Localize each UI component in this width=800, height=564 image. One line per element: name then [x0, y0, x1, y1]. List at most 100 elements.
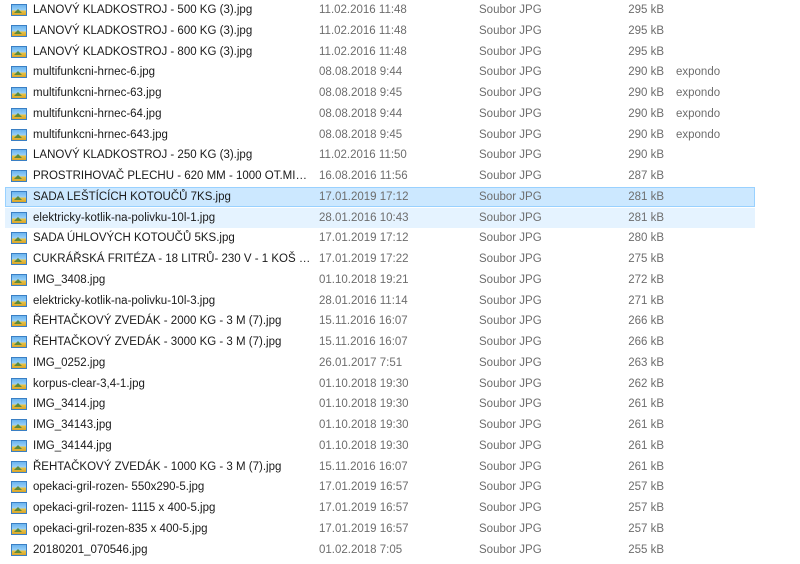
- file-row[interactable]: IMG_34143.jpg 01.10.2018 19:30 Soubor JPG 2…: [5, 415, 755, 435]
- file-tag: [676, 271, 756, 289]
- file-name-cell: ŘEHTAČKOVÝ ZVEDÁK - 3000 KG - 3 M (7).jp…: [11, 333, 311, 351]
- file-name-cell: 20180201_070546.jpg: [11, 541, 311, 559]
- file-date-modified: 15.11.2016 16:07: [319, 336, 408, 348]
- jpg-image-icon: [11, 170, 27, 182]
- file-row[interactable]: multifunkcni-hrnec-63.jpg 08.08.2018 9:45…: [5, 83, 755, 103]
- file-name-cell: elektricky-kotlik-na-polivku-10l-1.jpg: [11, 209, 311, 227]
- file-size: 261 kB: [628, 398, 664, 411]
- file-name-cell: korpus-clear-3,4-1.jpg: [11, 375, 311, 393]
- file-name-cell: ŘEHTAČKOVÝ ZVEDÁK - 2000 KG - 3 M (7).jp…: [11, 312, 311, 330]
- file-name-cell: multifunkcni-hrnec-64.jpg: [11, 105, 311, 123]
- file-name-cell: multifunkcni-hrnec-6.jpg: [11, 63, 311, 81]
- file-size: 257 kB: [628, 522, 664, 535]
- file-row[interactable]: ŘEHTAČKOVÝ ZVEDÁK - 3000 KG - 3 M (7).jp…: [5, 332, 755, 352]
- file-row[interactable]: multifunkcni-hrnec-6.jpg 08.08.2018 9:44 S…: [5, 62, 755, 82]
- jpg-image-icon: [11, 398, 27, 411]
- file-date-modified: 28.01.2016 11:14: [319, 294, 408, 307]
- file-row[interactable]: SADA ÚHLOVÝCH KOTOUČŮ 5KS.jpg 17.01.2019 …: [5, 228, 755, 248]
- file-size: 272 kB: [628, 273, 664, 286]
- file-size: 295 kB: [628, 24, 664, 37]
- file-date-modified: 16.08.2016 11:56: [319, 170, 408, 182]
- file-name: IMG_34143.jpg: [33, 419, 112, 431]
- file-tag: [676, 1, 756, 19]
- file-name: LANOVÝ KLADKOSTROJ - 800 KG (3).jpg: [33, 45, 253, 58]
- jpg-image-icon: [11, 190, 27, 203]
- file-size: 266 kB: [628, 315, 664, 328]
- file-size: 275 kB: [628, 253, 664, 265]
- file-size: 290 kB: [628, 107, 664, 120]
- file-name-cell: SADA LEŠTÍCÍCH KOTOUČŮ 7KS.jpg: [11, 188, 311, 206]
- file-row[interactable]: opekaci-gril-rozen-835 x 400-5.jpg 17.01.…: [5, 519, 755, 539]
- file-size: 290 kB: [628, 128, 664, 141]
- file-row[interactable]: LANOVÝ KLADKOSTROJ - 800 KG (3).jpg 11.02…: [5, 42, 755, 62]
- file-size: 271 kB: [628, 294, 664, 307]
- file-row[interactable]: multifunkcni-hrnec-64.jpg 08.08.2018 9:44…: [5, 104, 755, 124]
- file-size: 290 kB: [628, 87, 664, 99]
- file-row[interactable]: 20180201_070546.jpg 01.02.2018 7:05 Soubor…: [5, 540, 755, 560]
- jpg-image-icon: [11, 24, 27, 37]
- file-type: Soubor JPG: [479, 543, 542, 556]
- jpg-image-icon: [11, 439, 27, 452]
- file-row[interactable]: IMG_34144.jpg 01.10.2018 19:30 Soubor JPG 2…: [5, 436, 755, 456]
- jpg-image-icon: [11, 66, 27, 79]
- file-date-modified: 01.02.2018 7:05: [319, 543, 403, 556]
- file-tag: [676, 437, 756, 455]
- file-row[interactable]: opekaci-gril-rozen- 1115 x 400-5.jpg 17.0…: [5, 498, 755, 518]
- jpg-image-icon: [11, 294, 27, 307]
- file-tag: [676, 499, 756, 517]
- file-tag: [676, 167, 756, 185]
- file-name: PROSTRIHOVAČ PLECHU - 620 MM - 1000 OT.M…: [33, 170, 311, 182]
- file-name: multifunkcni-hrnec-64.jpg: [33, 107, 162, 120]
- file-row[interactable]: LANOVÝ KLADKOSTROJ - 500 KG (3).jpg 11.02…: [5, 0, 755, 20]
- file-row[interactable]: elektricky-kotlik-na-polivku-10l-1.jpg 28…: [5, 207, 755, 228]
- file-name-cell: opekaci-gril-rozen-835 x 400-5.jpg: [11, 520, 311, 538]
- file-date-modified: 17.01.2019 16:57: [319, 502, 409, 514]
- file-row[interactable]: korpus-clear-3,4-1.jpg 01.10.2018 19:30 So…: [5, 374, 755, 394]
- file-name: 20180201_070546.jpg: [33, 543, 148, 556]
- file-tag: [676, 354, 756, 372]
- file-name-cell: CUKRÁŘSKÁ FRITÉZA - 18 LITRŮ- 230 V - 1 …: [11, 250, 311, 268]
- file-size: 263 kB: [628, 356, 664, 369]
- file-size: 281 kB: [628, 211, 664, 224]
- file-date-modified: 01.10.2018 19:30: [319, 419, 409, 431]
- file-type: Soubor JPG: [479, 45, 542, 58]
- file-row[interactable]: IMG_3408.jpg 01.10.2018 19:21 Soubor JPG 27…: [5, 270, 755, 290]
- file-row[interactable]: multifunkcni-hrnec-643.jpg 08.08.2018 9:4…: [5, 125, 755, 145]
- file-size: 295 kB: [628, 4, 664, 16]
- file-type: Soubor JPG: [479, 149, 542, 162]
- file-type: Soubor JPG: [479, 66, 542, 79]
- file-tag: [676, 333, 756, 351]
- file-row[interactable]: elektricky-kotlik-na-polivku-10l-3.jpg 28…: [5, 291, 755, 311]
- file-row[interactable]: PROSTRIHOVAČ PLECHU - 620 MM - 1000 OT.M…: [5, 166, 755, 186]
- file-name: ŘEHTAČKOVÝ ZVEDÁK - 2000 KG - 3 M (7).jp…: [33, 315, 282, 328]
- file-row[interactable]: LANOVÝ KLADKOSTROJ - 600 KG (3).jpg 11.02…: [5, 21, 755, 41]
- jpg-image-icon: [11, 481, 27, 494]
- file-tag: [676, 250, 756, 268]
- file-row[interactable]: CUKRÁŘSKÁ FRITÉZA - 18 LITRŮ- 230 V - 1 …: [5, 249, 755, 269]
- file-date-modified: 28.01.2016 10:43: [319, 211, 409, 224]
- file-row[interactable]: IMG_3414.jpg 01.10.2018 19:30 Soubor JPG 26…: [5, 394, 755, 414]
- file-size: 280 kB: [628, 232, 664, 245]
- file-date-modified: 11.02.2016 11:48: [319, 45, 407, 58]
- jpg-image-icon: [11, 336, 27, 348]
- file-row[interactable]: opekaci-gril-rozen- 550x290-5.jpg 17.01.2…: [5, 477, 755, 497]
- file-tag: [676, 541, 756, 559]
- jpg-image-icon: [11, 315, 27, 328]
- file-type: Soubor JPG: [479, 336, 542, 348]
- file-type: Soubor JPG: [479, 4, 542, 16]
- file-row[interactable]: IMG_0252.jpg 26.01.2017 7:51 Soubor JPG 263…: [5, 353, 755, 373]
- file-row[interactable]: ŘEHTAČKOVÝ ZVEDÁK - 2000 KG - 3 M (7).jp…: [5, 311, 755, 331]
- file-date-modified: 01.10.2018 19:30: [319, 377, 409, 390]
- file-row[interactable]: SADA LEŠTÍCÍCH KOTOUČŮ 7KS.jpg 17.01.2019…: [5, 186, 755, 207]
- file-type: Soubor JPG: [479, 273, 542, 286]
- file-row[interactable]: ŘEHTAČKOVÝ ZVEDÁK - 1000 KG - 3 M (7).jp…: [5, 457, 755, 477]
- file-name: IMG_0252.jpg: [33, 356, 106, 369]
- file-row[interactable]: LANOVÝ KLADKOSTROJ - 250 KG (3).jpg 11.02…: [5, 145, 755, 165]
- file-date-modified: 08.08.2018 9:44: [319, 107, 403, 120]
- jpg-image-icon: [11, 107, 27, 120]
- file-name-cell: LANOVÝ KLADKOSTROJ - 500 KG (3).jpg: [11, 1, 311, 19]
- file-type: Soubor JPG: [479, 253, 542, 265]
- jpg-image-icon: [11, 522, 27, 535]
- file-tag: [676, 146, 756, 164]
- file-type: Soubor JPG: [479, 460, 542, 473]
